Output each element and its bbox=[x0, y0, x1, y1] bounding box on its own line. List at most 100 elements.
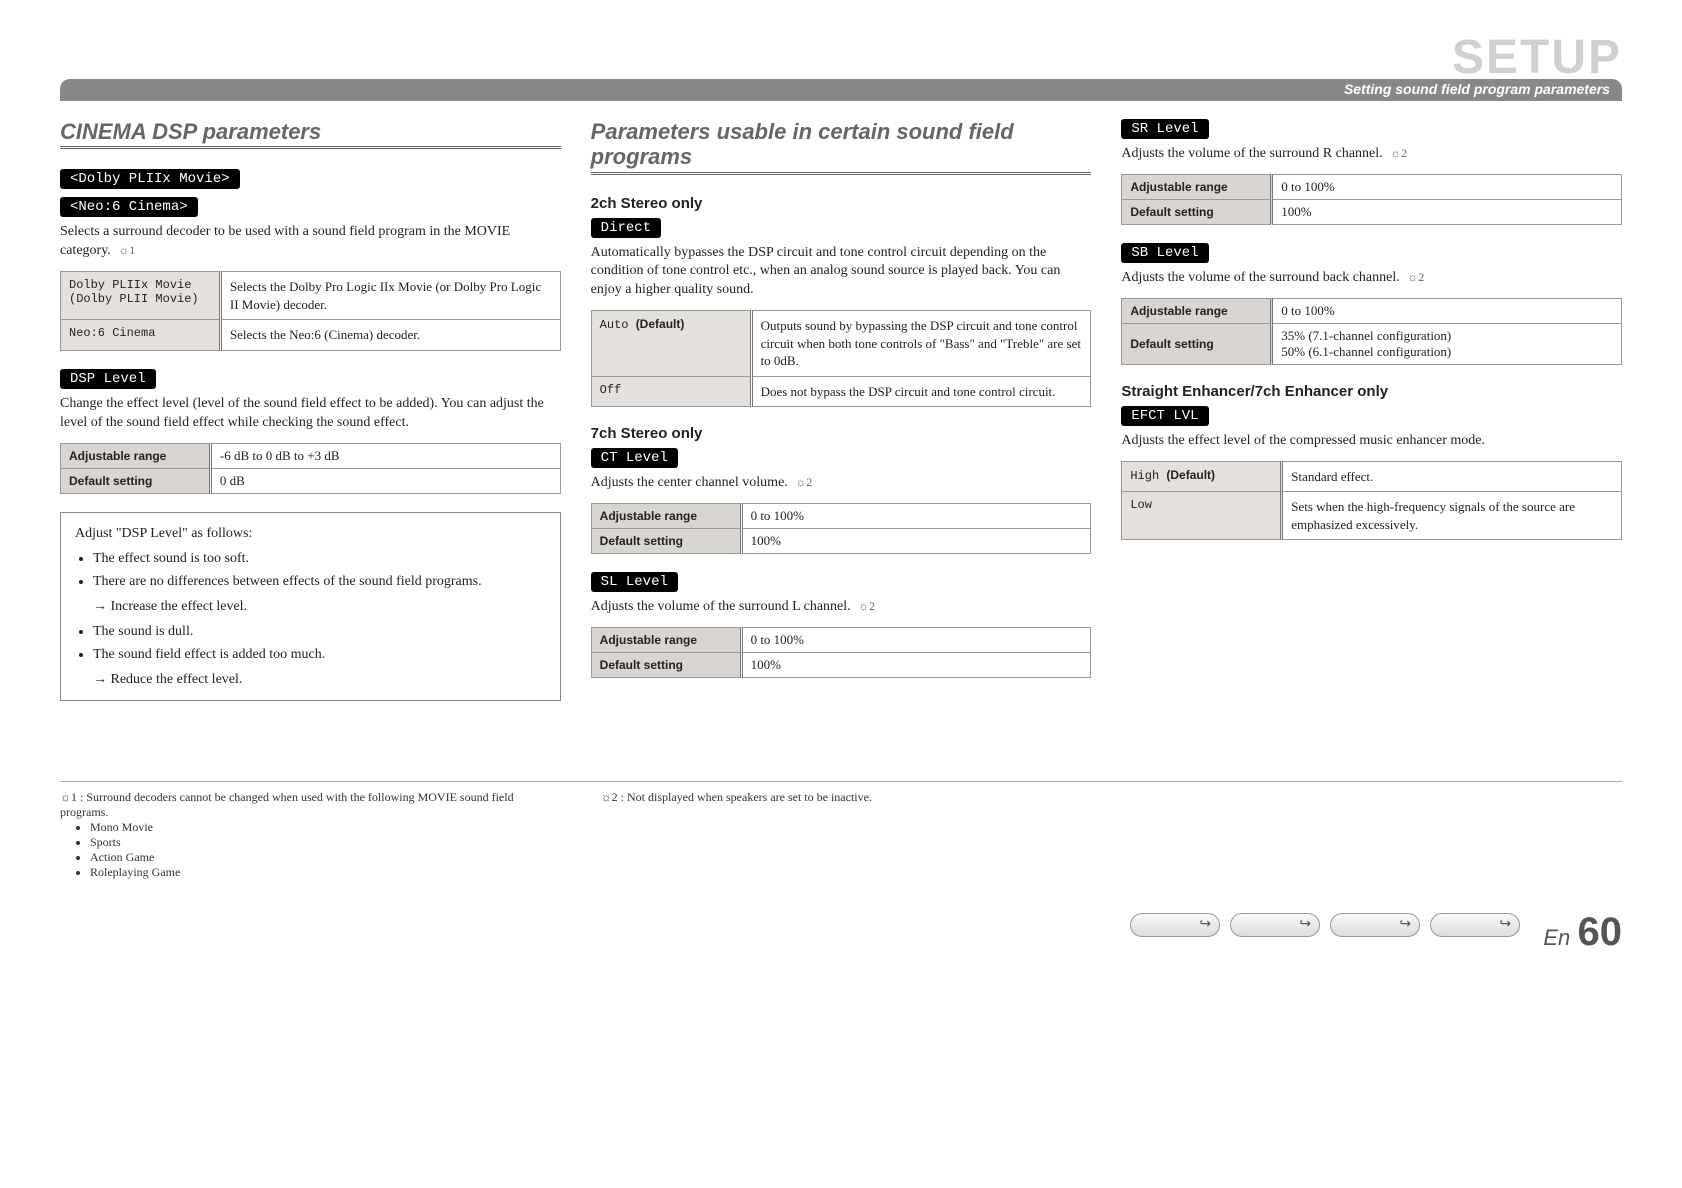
guide-item: The effect sound is too soft. bbox=[93, 548, 546, 569]
note-ref-2: ☼2 bbox=[1390, 146, 1407, 160]
column-cinema-dsp: CINEMA DSP parameters <Dolby PLIIx Movie… bbox=[60, 119, 561, 701]
column-level-params: SR Level Adjusts the volume of the surro… bbox=[1121, 119, 1622, 701]
table-row: Default setting100% bbox=[591, 529, 1091, 554]
footnote-list-item: Mono Movie bbox=[90, 820, 541, 835]
guide-item: The sound field effect is added too much… bbox=[93, 644, 546, 665]
nav-pill-icon[interactable] bbox=[1330, 913, 1420, 937]
pill-dolby: <Dolby PLIIx Movie> bbox=[60, 169, 240, 189]
footnotes: ☼1 : Surround decoders cannot be changed… bbox=[60, 781, 1622, 880]
pill-dsp-level: DSP Level bbox=[60, 369, 156, 389]
sl-level-table: Adjustable range0 to 100% Default settin… bbox=[591, 627, 1092, 678]
footnote-1: ☼1 : Surround decoders cannot be changed… bbox=[60, 790, 541, 880]
table-row: Adjustable range0 to 100% bbox=[591, 504, 1091, 529]
pill-efct-lvl: EFCT LVL bbox=[1121, 406, 1208, 426]
sb-default-line1: 35% (7.1-channel configuration) bbox=[1281, 328, 1613, 344]
kv-val: 100% bbox=[741, 653, 1091, 678]
footnote-list-item: Sports bbox=[90, 835, 541, 850]
kv-val: 0 to 100% bbox=[1272, 298, 1622, 323]
table-row: Neo:6 CinemaSelects the Neo:6 (Cinema) d… bbox=[61, 320, 561, 351]
direct-desc: Automatically bypasses the DSP circuit a… bbox=[591, 244, 1092, 301]
table-row: Default setting0 dB bbox=[61, 468, 561, 493]
setup-subtitle-bar: Setting sound field program parameters bbox=[60, 79, 1622, 101]
subheading-2ch-stereo: 2ch Stereo only bbox=[591, 195, 1092, 212]
sr-level-desc: Adjusts the volume of the surround R cha… bbox=[1121, 145, 1622, 164]
opt-val: Standard effect. bbox=[1282, 461, 1622, 492]
page-number: 60 bbox=[1578, 910, 1623, 954]
table-row: Off Does not bypass the DSP circuit and … bbox=[591, 376, 1091, 407]
footer-nav-icons bbox=[1130, 913, 1520, 937]
pill-sl-level: SL Level bbox=[591, 572, 678, 592]
kv-key: Default setting bbox=[61, 468, 211, 493]
column-params-usable: Parameters usable in certain sound field… bbox=[591, 119, 1092, 701]
opt-key: Neo:6 Cinema bbox=[61, 320, 221, 351]
sb-desc-text: Adjusts the volume of the surround back … bbox=[1121, 270, 1399, 285]
pill-sb-level: SB Level bbox=[1121, 243, 1208, 263]
table-row: Adjustable range0 to 100% bbox=[591, 628, 1091, 653]
footnote-2: ☼2 : Not displayed when speakers are set… bbox=[601, 790, 1082, 880]
kv-key: Adjustable range bbox=[591, 628, 741, 653]
pill-direct: Direct bbox=[591, 218, 661, 238]
sb-default-line2: 50% (6.1-channel configuration) bbox=[1281, 344, 1613, 360]
footnote-list-item: Roleplaying Game bbox=[90, 865, 541, 880]
sb-level-desc: Adjusts the volume of the surround back … bbox=[1121, 269, 1622, 288]
opt-val: Outputs sound by bypassing the DSP circu… bbox=[751, 311, 1091, 377]
ct-level-table: Adjustable range0 to 100% Default settin… bbox=[591, 503, 1092, 554]
setup-title: SETUP bbox=[60, 30, 1622, 85]
kv-val: 100% bbox=[1272, 199, 1622, 224]
kv-key: Adjustable range bbox=[1122, 174, 1272, 199]
dsp-level-table: Adjustable range-6 dB to 0 dB to +3 dB D… bbox=[60, 443, 561, 494]
kv-val: 35% (7.1-channel configuration) 50% (6.1… bbox=[1272, 323, 1622, 364]
table-row: Auto (Default) Outputs sound by bypassin… bbox=[591, 311, 1091, 377]
ct-level-desc: Adjusts the center channel volume. ☼2 bbox=[591, 474, 1092, 493]
dsp-level-desc: Change the effect level (level of the so… bbox=[60, 395, 561, 433]
note-ref-2: ☼2 bbox=[858, 599, 875, 613]
kv-val: 100% bbox=[741, 529, 1091, 554]
direct-options-table: Auto (Default) Outputs sound by bypassin… bbox=[591, 310, 1092, 407]
table-row: Default setting100% bbox=[591, 653, 1091, 678]
opt-val: Sets when the high-frequency signals of … bbox=[1282, 492, 1622, 540]
efct-options-table: High (Default) Standard effect. Low Sets… bbox=[1121, 461, 1622, 541]
kv-val: 0 to 100% bbox=[741, 504, 1091, 529]
sl-desc-text: Adjusts the volume of the surround L cha… bbox=[591, 599, 851, 614]
dsp-adjust-guide-box: Adjust "DSP Level" as follows: The effec… bbox=[60, 512, 561, 701]
opt-key: Dolby PLIIx Movie (Dolby PLII Movie) bbox=[61, 272, 221, 320]
nav-pill-icon[interactable] bbox=[1230, 913, 1320, 937]
kv-key: Default setting bbox=[1122, 199, 1272, 224]
nav-pill-icon[interactable] bbox=[1430, 913, 1520, 937]
opt-val: Selects the Dolby Pro Logic IIx Movie (o… bbox=[220, 272, 560, 320]
section-title-cinema: CINEMA DSP parameters bbox=[60, 119, 561, 149]
nav-pill-icon[interactable] bbox=[1130, 913, 1220, 937]
kv-key: Adjustable range bbox=[591, 504, 741, 529]
kv-key: Default setting bbox=[591, 653, 741, 678]
footnote-2-label: ☼2 : bbox=[601, 790, 624, 804]
sr-level-table: Adjustable range0 to 100% Default settin… bbox=[1121, 174, 1622, 225]
kv-val: 0 to 100% bbox=[1272, 174, 1622, 199]
opt-key: High (Default) bbox=[1122, 461, 1282, 492]
footnote-2-text: Not displayed when speakers are set to b… bbox=[627, 790, 872, 804]
opt-key: Off bbox=[591, 376, 751, 407]
efct-desc: Adjusts the effect level of the compress… bbox=[1121, 432, 1622, 451]
sr-desc-text: Adjusts the volume of the surround R cha… bbox=[1121, 146, 1382, 161]
note-ref-1: ☼1 bbox=[118, 243, 135, 257]
table-row: Default setting 35% (7.1-channel configu… bbox=[1122, 323, 1622, 364]
kv-val: 0 to 100% bbox=[741, 628, 1091, 653]
kv-key: Default setting bbox=[591, 529, 741, 554]
sb-level-table: Adjustable range0 to 100% Default settin… bbox=[1121, 298, 1622, 365]
table-row: Adjustable range0 to 100% bbox=[1122, 298, 1622, 323]
subheading-7ch-stereo: 7ch Stereo only bbox=[591, 425, 1092, 442]
table-row: Adjustable range0 to 100% bbox=[1122, 174, 1622, 199]
ct-desc-text: Adjusts the center channel volume. bbox=[591, 475, 788, 490]
sl-level-desc: Adjusts the volume of the surround L cha… bbox=[591, 598, 1092, 617]
page-header: SETUP Setting sound field program parame… bbox=[60, 30, 1622, 101]
opt-key: Low bbox=[1122, 492, 1282, 540]
table-row: Adjustable range-6 dB to 0 dB to +3 dB bbox=[61, 443, 561, 468]
guide-title: Adjust "DSP Level" as follows: bbox=[75, 523, 546, 544]
opt-val: Does not bypass the DSP circuit and tone… bbox=[751, 376, 1091, 407]
table-row: Dolby PLIIx Movie (Dolby PLII Movie)Sele… bbox=[61, 272, 561, 320]
opt-val: Selects the Neo:6 (Cinema) decoder. bbox=[220, 320, 560, 351]
footnote-list-item: Action Game bbox=[90, 850, 541, 865]
section-title-params: Parameters usable in certain sound field… bbox=[591, 119, 1092, 175]
table-row: High (Default) Standard effect. bbox=[1122, 461, 1622, 492]
guide-item: There are no differences between effects… bbox=[93, 571, 546, 592]
table-row: Default setting100% bbox=[1122, 199, 1622, 224]
